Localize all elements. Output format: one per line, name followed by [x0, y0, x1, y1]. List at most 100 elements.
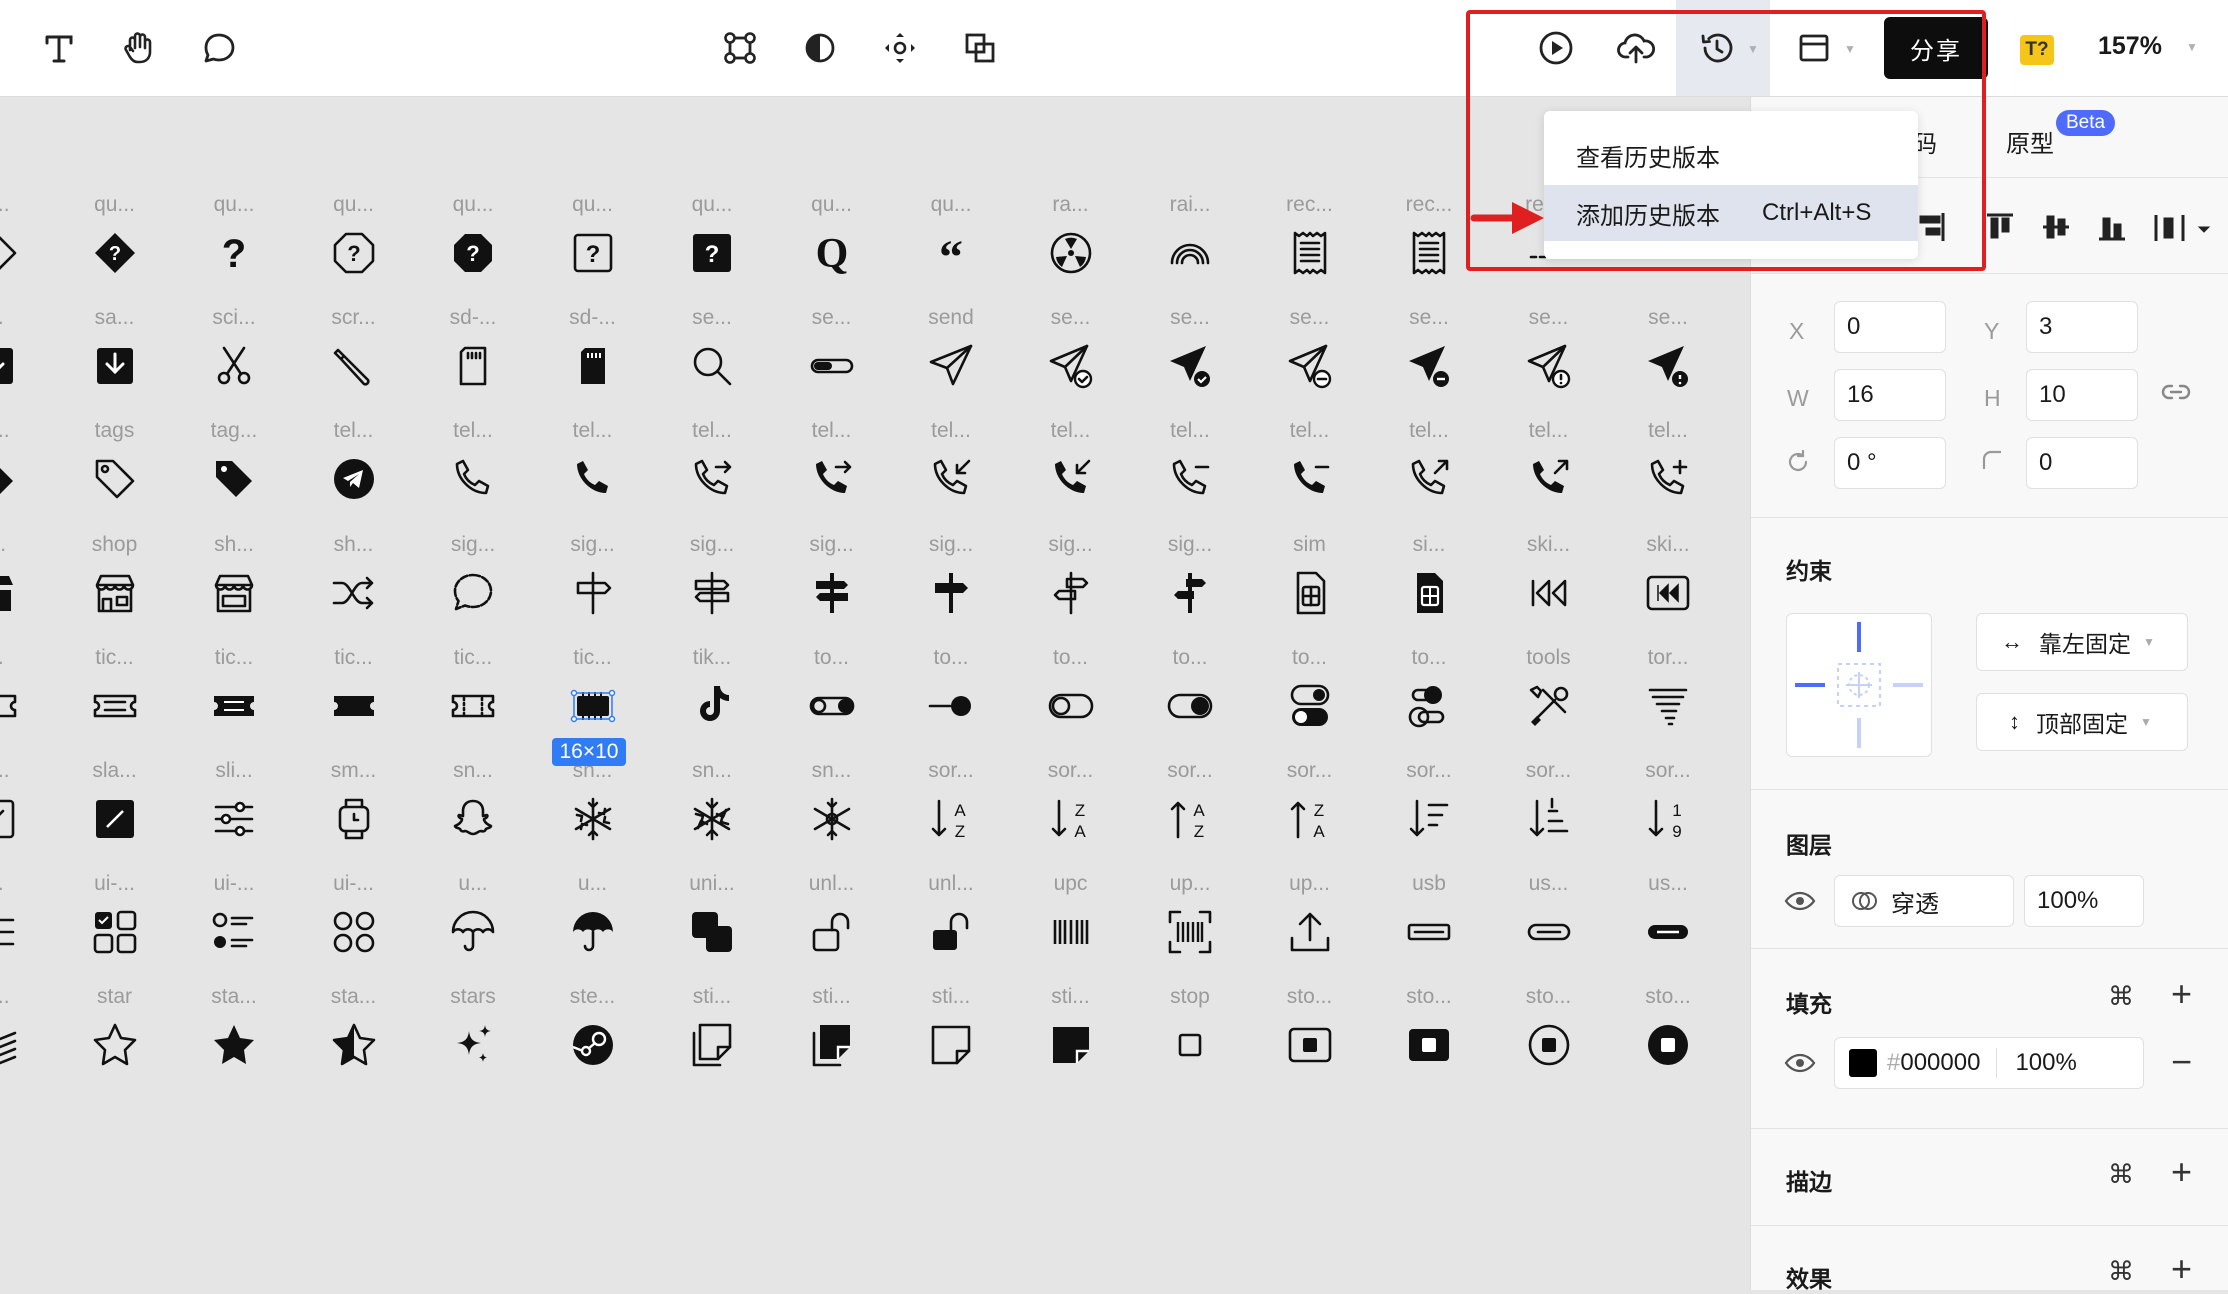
icon-cell[interactable]: ui-...: [299, 872, 409, 982]
icon-cell[interactable]: tel...: [538, 419, 648, 529]
comment-tool-button[interactable]: [191, 20, 247, 76]
icon-cell[interactable]: sor...: [1494, 759, 1604, 869]
icon-cell[interactable]: tel...: [777, 419, 887, 529]
icon-cell[interactable]: se...: [1613, 306, 1723, 416]
effects-style-icon[interactable]: ⌘: [2108, 1256, 2134, 1287]
tab-prototype[interactable]: 原型: [2006, 124, 2054, 159]
icon-cell[interactable]: sli...: [179, 759, 289, 869]
icon-cell[interactable]: up...: [1135, 872, 1245, 982]
icon-cell[interactable]: ra...: [1016, 193, 1126, 303]
icon-cell[interactable]: i...: [0, 533, 50, 643]
icon-cell[interactable]: tel...: [896, 419, 1006, 529]
hand-tool-button[interactable]: [111, 20, 167, 76]
add-fill-icon[interactable]: +: [2171, 973, 2192, 1015]
icon-cell[interactable]: usb: [1374, 872, 1484, 982]
icon-cell[interactable]: sn...: [418, 759, 528, 869]
icon-cell[interactable]: sto...: [1494, 985, 1604, 1095]
remove-fill-icon[interactable]: −: [2171, 1041, 2192, 1083]
icon-cell[interactable]: ui-...: [60, 872, 170, 982]
icon-cell[interactable]: to...: [1374, 646, 1484, 756]
icon-cell[interactable]: scr...: [299, 306, 409, 416]
icon-cell[interactable]: tor...: [1613, 646, 1723, 756]
icon-cell[interactable]: stars: [418, 985, 528, 1095]
icon-cell[interactable]: to...: [1255, 646, 1365, 756]
icon-cell[interactable]: se...: [1374, 306, 1484, 416]
icon-cell[interactable]: tik...: [657, 646, 767, 756]
component-tool-button[interactable]: [712, 20, 768, 76]
constraint-widget[interactable]: [1786, 613, 1932, 757]
icon-cell[interactable]: sti...: [1016, 985, 1126, 1095]
icon-cell[interactable]: ski...: [1494, 533, 1604, 643]
icon-cell[interactable]: tel...: [1613, 419, 1723, 529]
icon-cell[interactable]: tag...: [179, 419, 289, 529]
icon-cell[interactable]: tel...: [418, 419, 528, 529]
icon-cell[interactable]: sci...: [179, 306, 289, 416]
icon-cell[interactable]: tra...A: [1733, 646, 1751, 756]
icon-cell[interactable]: sn...: [777, 759, 887, 869]
icon-cell[interactable]: sig...: [1016, 533, 1126, 643]
icon-cell[interactable]: ski...: [1733, 533, 1751, 643]
icon-cell[interactable]: tel...: [1733, 419, 1751, 529]
blend-mode-dropdown[interactable]: 穿透: [1834, 875, 2014, 927]
icon-cell[interactable]: unl...: [777, 872, 887, 982]
icon-cell[interactable]: us...: [1733, 872, 1751, 982]
icon-cell[interactable]: qu...?: [418, 193, 528, 303]
icon-cell[interactable]: tic...: [60, 646, 170, 756]
icon-cell[interactable]: qu... Q: [777, 193, 887, 303]
add-stroke-icon[interactable]: +: [2171, 1151, 2192, 1193]
icon-cell[interactable]: sta...: [299, 985, 409, 1095]
stroke-style-icon[interactable]: ⌘: [2108, 1159, 2134, 1190]
icon-cell[interactable]: sor... Z A: [1255, 759, 1365, 869]
icon-cell[interactable]: send: [896, 306, 1006, 416]
icon-cell[interactable]: sh...: [299, 533, 409, 643]
icon-cell[interactable]: rai...: [1135, 193, 1245, 303]
icon-cell[interactable]: se...: [1255, 306, 1365, 416]
icon-cell[interactable]: ...: [0, 646, 50, 756]
icon-cell[interactable]: rec...: [1255, 193, 1365, 303]
icon-cell[interactable]: sti...: [657, 985, 767, 1095]
icon-cell[interactable]: sor... A Z: [896, 759, 1006, 869]
add-effect-icon[interactable]: +: [2171, 1248, 2192, 1290]
icon-cell[interactable]: to...: [1016, 646, 1126, 756]
icon-cell[interactable]: sig...: [538, 533, 648, 643]
icon-cell[interactable]: us...: [1613, 872, 1723, 982]
zoom-level[interactable]: 157%: [2098, 32, 2162, 61]
icon-cell[interactable]: u...: [538, 872, 648, 982]
horizontal-constraint-dropdown[interactable]: ↔ 靠左固定 ▼: [1976, 613, 2188, 671]
fill-color-field[interactable]: # 000000 100%: [1834, 1037, 2144, 1089]
icon-cell[interactable]: uni...: [657, 872, 767, 982]
boolean-tool-button[interactable]: [872, 20, 928, 76]
icon-cell[interactable]: sd-...: [418, 306, 528, 416]
link-icon[interactable]: [2161, 381, 2191, 403]
icon-cell[interactable]: sor... Z A: [1016, 759, 1126, 869]
h-field[interactable]: 10: [2026, 369, 2138, 421]
icon-cell[interactable]: tags: [60, 419, 170, 529]
layer-opacity-field[interactable]: 100%: [2024, 875, 2144, 927]
icon-cell[interactable]: tel...: [299, 419, 409, 529]
icon-cell[interactable]: sti...: [777, 985, 887, 1095]
vertical-constraint-dropdown[interactable]: ↕ 顶部固定 ▼: [1976, 693, 2188, 751]
icon-cell[interactable]: tic...: [179, 646, 289, 756]
icon-cell[interactable]: up...: [1255, 872, 1365, 982]
icon-cell[interactable]: sta...: [179, 985, 289, 1095]
icon-cell[interactable]: sm...: [299, 759, 409, 869]
icon-cell[interactable]: to...: [777, 646, 887, 756]
icon-cell[interactable]: shop: [60, 533, 170, 643]
icon-cell[interactable]: se...: [1135, 306, 1245, 416]
icon-cell[interactable]: qu...?: [538, 193, 648, 303]
group-tool-button[interactable]: [952, 20, 1008, 76]
icon-cell[interactable]: sor...91: [1733, 759, 1751, 869]
icon-cell[interactable]: se...: [777, 306, 887, 416]
icon-cell[interactable]: g...: [0, 419, 50, 529]
icon-cell[interactable]: upc: [1016, 872, 1126, 982]
icon-cell[interactable]: se...: [1733, 306, 1751, 416]
icon-cell[interactable]: sn...: [657, 759, 767, 869]
text-tool-button[interactable]: [31, 20, 87, 76]
icon-cell[interactable]: star: [60, 985, 170, 1095]
fill-hex-value[interactable]: 000000: [1900, 1049, 1980, 1077]
corner-radius-field[interactable]: 0: [2026, 437, 2138, 489]
color-swatch[interactable]: [1849, 1049, 1877, 1077]
icon-cell[interactable]: tools: [1494, 646, 1604, 756]
icon-cell[interactable]: sla...: [60, 759, 170, 869]
icon-cell[interactable]: unl...: [896, 872, 1006, 982]
